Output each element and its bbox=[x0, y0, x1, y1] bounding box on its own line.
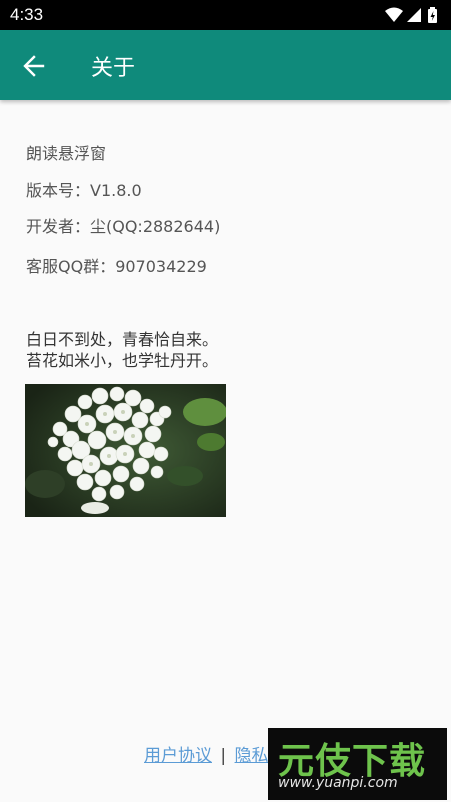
poem: 白日不到处，青春恰自来。 苔花如米小，也学牡丹开。 bbox=[26, 329, 218, 371]
arrow-left-icon[interactable] bbox=[22, 54, 46, 78]
flower-photo bbox=[25, 384, 227, 517]
app-bar: 关于 bbox=[0, 30, 451, 100]
footer-links: 用户协议 | 隐私政 bbox=[144, 741, 286, 766]
user-agreement-link[interactable]: 用户协议 bbox=[144, 746, 212, 766]
support-group-text: 客服QQ群：907034229 bbox=[26, 257, 207, 276]
page-title: 关于 bbox=[91, 56, 136, 81]
version-text: 版本号：V1.8.0 bbox=[26, 181, 142, 200]
status-time: 4:33 bbox=[10, 5, 44, 24]
status-bar: 4:33 bbox=[0, 0, 451, 30]
app-name: 朗读悬浮窗 bbox=[26, 144, 107, 163]
status-icons bbox=[385, 7, 439, 23]
developer-text: 开发者：尘(QQ:2882644) bbox=[26, 217, 221, 236]
watermark-url: www.yuanpi.com bbox=[278, 775, 398, 791]
signal-icon bbox=[407, 8, 421, 22]
watermark: 元伎下载 www.yuanpi.com bbox=[268, 728, 447, 800]
poem-line: 白日不到处，青春恰自来。 bbox=[26, 330, 219, 349]
battery-icon bbox=[428, 7, 437, 23]
poem-line: 苔花如米小，也学牡丹开。 bbox=[26, 351, 219, 370]
wifi-icon bbox=[385, 7, 403, 22]
footer-separator: | bbox=[220, 746, 227, 766]
